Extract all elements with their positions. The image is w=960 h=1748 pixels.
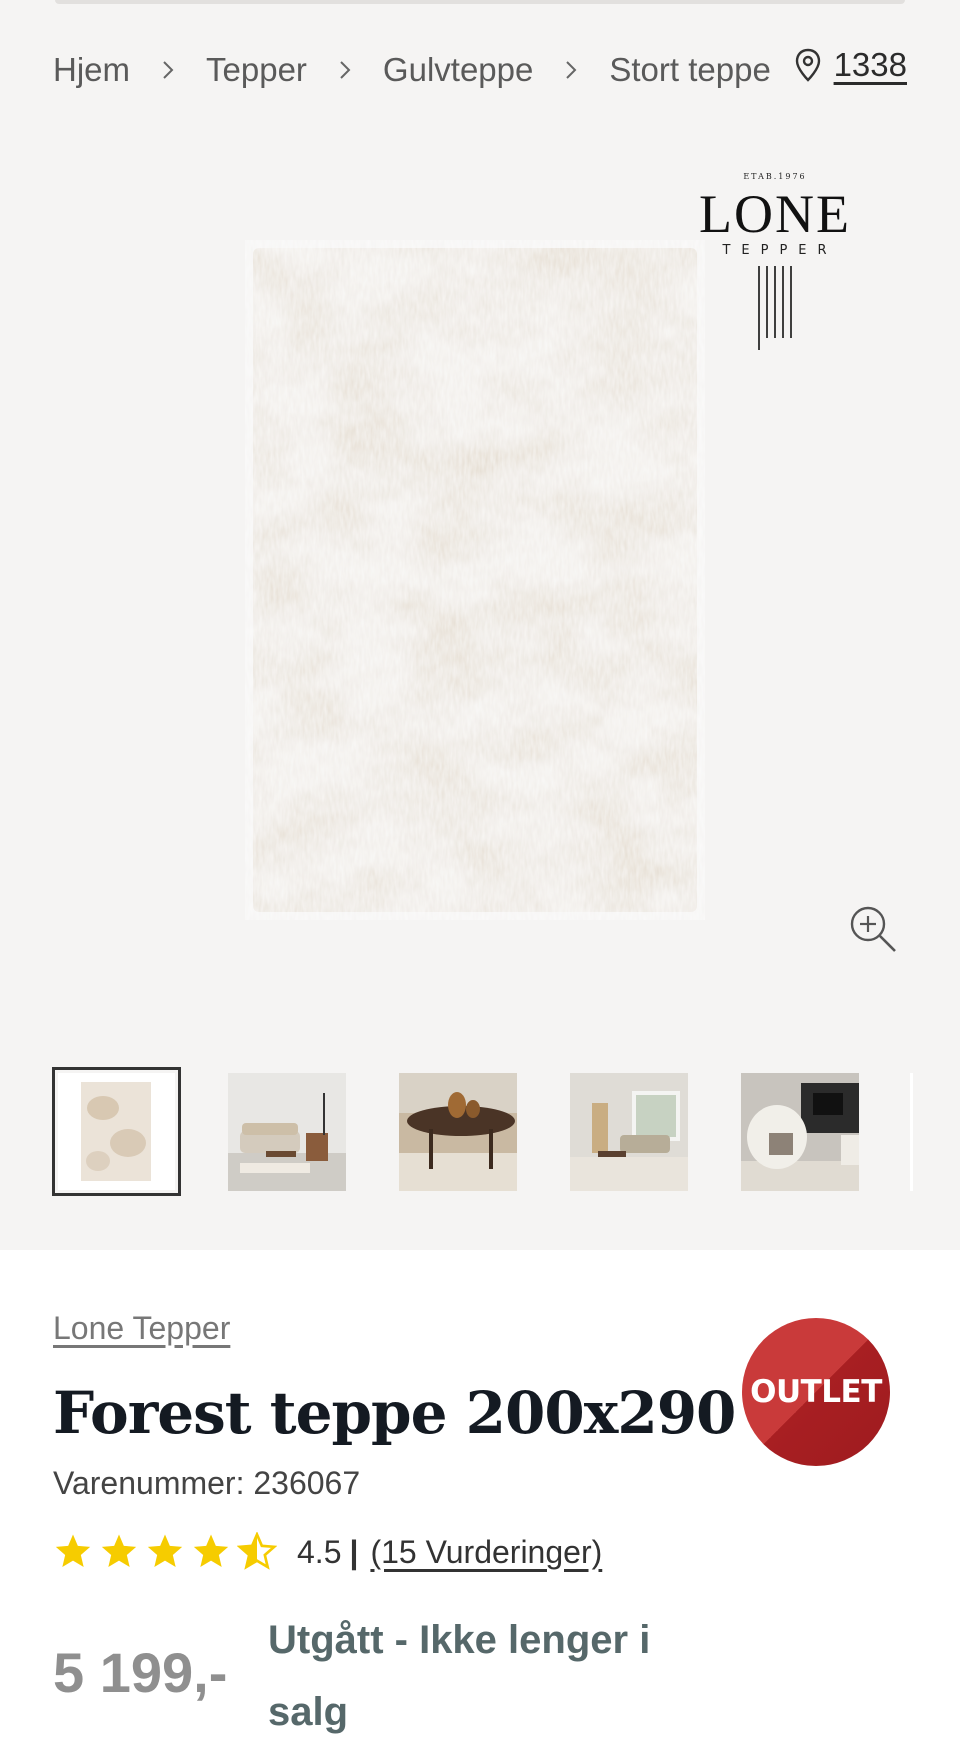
rating-divider: | (349, 1533, 359, 1570)
zoom-in-icon[interactable] (848, 904, 900, 956)
star-icon (101, 1534, 137, 1567)
product-sku: Varenummer: 236067 (53, 1465, 361, 1501)
star-icon (147, 1534, 183, 1567)
breadcrumb-tepper[interactable]: Tepper (206, 51, 307, 89)
chevron-right-icon (148, 50, 188, 90)
breadcrumb-gulvteppe[interactable]: Gulvteppe (383, 51, 533, 89)
breadcrumb: Hjem Tepper Gulvteppe Stort teppe (53, 48, 771, 92)
store-selector[interactable]: 1338 (794, 46, 907, 84)
breadcrumb-home[interactable]: Hjem (53, 51, 130, 89)
outlet-badge: OUTLET (742, 1318, 890, 1466)
rating-value: 4.5 (297, 1533, 342, 1570)
rating-stars (53, 1532, 277, 1572)
store-label[interactable]: 1338 (834, 46, 907, 84)
availability-status: Utgått - Ikke lenger i salg (268, 1618, 651, 1734)
thumbnail-coffee-table[interactable] (399, 1073, 517, 1191)
product-rating: 4.5 | (15 Vurderinger) (53, 1532, 903, 1572)
thumbnail-bright-living-room[interactable] (570, 1073, 688, 1191)
header-shadow (55, 0, 905, 4)
breadcrumb-stort-teppe[interactable]: Stort teppe (609, 51, 770, 89)
thumbnail-living-room[interactable] (228, 1073, 346, 1191)
product-brand-link[interactable]: Lone Tepper (53, 1310, 230, 1346)
star-half-icon (237, 1532, 277, 1570)
thumbnail-armchair-fireplace[interactable] (741, 1073, 859, 1191)
thumbnail-rug[interactable] (52, 1067, 181, 1196)
product-price: 5 199,- (53, 1641, 228, 1704)
product-main-image[interactable] (245, 240, 705, 920)
chevron-right-icon (325, 50, 365, 90)
thumbnail-next-partial (910, 1073, 913, 1191)
chevron-right-icon (551, 50, 591, 90)
star-icon (193, 1534, 229, 1567)
logo-lines-icon (758, 266, 792, 350)
location-pin-icon (795, 48, 820, 82)
reviews-link[interactable]: (15 Vurderinger) (370, 1534, 602, 1571)
star-icon (55, 1534, 91, 1567)
brand-logo: ETAB.1976 LONE TEPPER (690, 172, 860, 372)
